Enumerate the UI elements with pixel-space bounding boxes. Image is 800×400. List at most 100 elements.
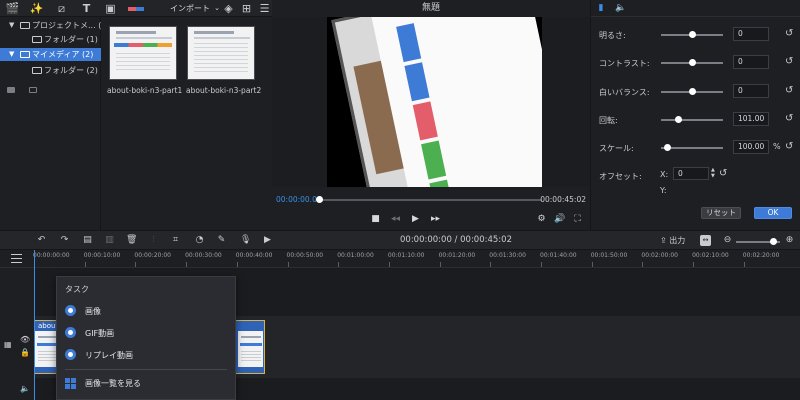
ruler-tick-label: 00:02:00:00 [641,252,678,259]
total-time: 00:00:45:02 [540,195,586,204]
menu-item-image[interactable]: 画像 [57,301,235,321]
tree-item-label: フォルダー [44,66,84,75]
contrast-value[interactable]: 0 [733,55,769,69]
ruler-tick [388,262,390,267]
progress-knob[interactable] [316,196,323,203]
ruler-tick [642,262,644,267]
rotation-knob[interactable] [675,116,683,123]
paste-icon[interactable]: ▥ [104,235,115,246]
settings-icon[interactable]: ⚙ [536,214,547,225]
export-button[interactable]: ⇪ 出力 [660,235,685,246]
menu-icon[interactable] [11,254,22,263]
menu-item-replay[interactable]: リプレイ動画 [57,345,235,365]
white-balance-knob[interactable] [689,88,696,95]
media-icon[interactable]: 🎬 [6,2,20,15]
tree-item-project[interactable]: ▼ プロジェクトメ... (1) [0,19,110,32]
zoom-in-icon[interactable]: ⊕ [784,235,795,246]
speed-icon[interactable]: ◔ [194,235,205,246]
current-time: 00:00:00.00 [276,195,322,204]
stop-icon[interactable]: ■ [370,214,381,225]
playhead[interactable] [34,250,35,400]
ruler-tick-label: 00:02:20:00 [742,252,780,259]
text-icon[interactable]: T [80,2,93,15]
delete-folder-icon[interactable] [29,87,37,93]
redo-icon[interactable]: ↷ [59,235,70,246]
video-canvas[interactable] [327,17,542,187]
play-icon[interactable]: ▶ [410,214,421,225]
playback-controls: ■ ◂◂ ▶ ▸▸ ⚙ 🔊 ⛶ [272,209,590,230]
eye-icon[interactable]: 👁 [20,335,30,344]
contrast-knob[interactable] [689,59,696,66]
split-icon[interactable]: ⫶ [148,235,159,246]
ruler-tick-label: 00:01:00:00 [337,252,374,259]
offset-x-label: X: [660,170,669,179]
sticker-icon[interactable]: ▣ [104,2,117,15]
lock-icon[interactable]: 🔒 [20,348,30,357]
menu-item-image-list[interactable]: 画像一覧を見る [57,373,235,393]
record-icon[interactable]: ▶ [262,235,273,246]
scale-value[interactable]: 100.00 [733,140,769,154]
mic-icon[interactable]: 🎙 [240,235,251,246]
reset-icon[interactable]: ↺ [719,168,727,179]
grid-view-icon[interactable]: ⊞ [240,2,253,15]
reset-button[interactable]: リセット [701,207,741,219]
audio-props-icon[interactable]: 🔈 [615,3,627,14]
edit-icon[interactable]: ✎ [216,235,227,246]
reset-icon[interactable]: ↺ [785,141,793,152]
preview-panel [272,17,590,187]
menu-item-label: 画像一覧を見る [85,379,141,388]
next-frame-icon[interactable]: ▸▸ [430,214,441,225]
white-balance-value[interactable]: 0 [733,84,769,98]
tree-item-folder-2[interactable]: フォルダー (2) [0,64,101,77]
tree-item-my-media[interactable]: ▼ マイメディア (2) [0,48,101,61]
effects-icon[interactable]: ✨ [30,2,44,15]
rotation-value[interactable]: 101.00 [733,112,769,126]
brightness-knob[interactable] [689,31,696,38]
tree-item-count: (2) [86,66,98,75]
prev-frame-icon[interactable]: ◂◂ [390,214,401,225]
filter-icon[interactable] [124,2,148,15]
ruler-tick [84,262,86,267]
import-dropdown[interactable]: インポート ⌄ [170,2,220,15]
undo-icon[interactable]: ↶ [36,235,47,246]
zoom-out-icon[interactable]: ⊖ [722,235,733,246]
offset-stepper[interactable]: ▲ ▼ [711,167,717,180]
film-icon: ▦ [4,340,12,349]
ruler-tick-label: 00:00:30:00 [185,252,222,259]
brightness-label: 明るさ: [599,31,626,40]
scale-knob[interactable] [664,144,672,151]
ruler-tick [743,262,745,267]
list-view-icon[interactable]: ☰ [258,2,271,15]
timeline-ruler[interactable]: 00:00:00:00 00:00:10:00 00:00:20:00 00:00:3… [0,250,800,268]
reset-icon[interactable]: ↺ [785,28,793,39]
copy-icon[interactable]: ▤ [82,235,93,246]
media-bin: about-boki-n3-part1 about-boki-n3-part2 [102,17,272,230]
offset-x-field[interactable]: 0 [673,167,709,180]
progress-track[interactable] [316,199,542,201]
brightness-value[interactable]: 0 [733,27,769,41]
rotation-slider[interactable] [661,119,723,121]
fit-icon[interactable]: ↔ [700,235,711,246]
tree-item-folder-1[interactable]: フォルダー (1) [0,33,101,46]
task-menu-header: タスク [65,285,89,294]
reset-icon[interactable]: ↺ [785,85,793,96]
reset-icon[interactable]: ↺ [785,113,793,124]
ok-button[interactable]: OK [754,207,792,219]
crop-icon[interactable]: ⌗ [170,235,181,246]
media-label-1: about-boki-n3-part1 [107,86,183,95]
media-thumbnail-1[interactable] [109,26,177,80]
offset-y-label: Y: [660,186,667,195]
transition-icon[interactable]: ⧄ [55,2,68,15]
video-props-icon[interactable]: ▮ [595,3,607,14]
zoom-knob[interactable] [770,238,777,245]
layers-icon[interactable]: ◈ [222,2,235,15]
menu-item-gif[interactable]: GIF動画 [57,323,235,343]
speaker-icon[interactable]: 🔈 [20,384,30,393]
reset-icon[interactable]: ↺ [785,56,793,67]
fullscreen-icon[interactable]: ⛶ [572,214,583,225]
media-thumbnail-2[interactable] [187,26,255,80]
ruler-tick-label: 00:00:40:00 [235,252,273,259]
add-folder-icon[interactable] [7,87,15,93]
delete-icon[interactable]: 🗑 [126,235,137,246]
volume-icon[interactable]: 🔊 [554,214,565,225]
